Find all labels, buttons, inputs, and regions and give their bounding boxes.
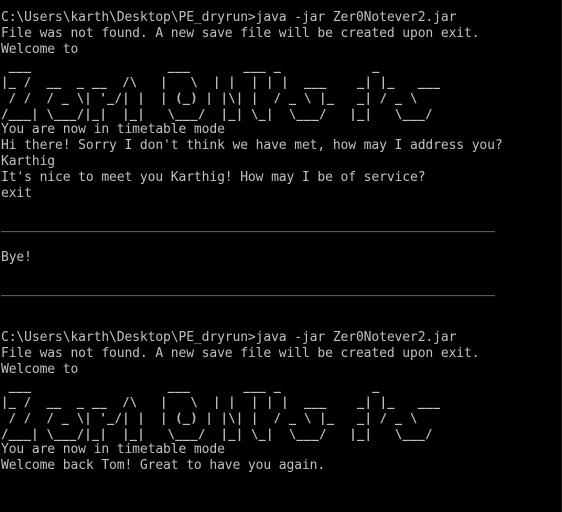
- command-line: C:\Users\karth\Desktop\PE_dryrun>java -j…: [1, 330, 457, 345]
- user-input-line: Karthig: [1, 154, 56, 169]
- ascii-logo-line: ___ ___ ___ _ _: [1, 59, 380, 73]
- ascii-logo-line: /___| \___/|_| |_| \___/ |_| \_| \___/ |…: [1, 107, 433, 121]
- user-input-line: exit: [1, 186, 32, 201]
- ascii-logo-line: ___ ___ ___ _ _: [1, 379, 380, 393]
- output-line: You are now in timetable mode: [1, 442, 225, 457]
- output-line: Hi there! Sorry I don't think we have me…: [1, 138, 503, 153]
- ascii-logo-line: /___| \___/|_| |_| \___/ |_| \_| \___/ |…: [1, 427, 433, 441]
- divider-line: ________________________________________…: [1, 218, 495, 233]
- output-line: File was not found. A new save file will…: [1, 346, 480, 361]
- ascii-logo-line: / / / _ \| '_/| | | (_) | |\| | / _ \ |_…: [1, 411, 418, 425]
- console-output: C:\Users\karth\Desktop\PE_dryrun>java -j…: [1, 10, 503, 474]
- ascii-logo-line: |_ / __ _ __ /\ | \ | | | | | ___ _| |_ …: [1, 75, 441, 89]
- ascii-logo-line: / / / _ \| '_/| | | (_) | |\| | / _ \ |_…: [1, 91, 418, 105]
- divider-line: ________________________________________…: [1, 282, 495, 297]
- ascii-logo-line: |_ / __ _ __ /\ | \ | | | | | ___ _| |_ …: [1, 395, 441, 409]
- output-line: Welcome to: [1, 42, 79, 57]
- output-line: Welcome back Tom! Great to have you agai…: [1, 458, 326, 473]
- output-line: You are now in timetable mode: [1, 122, 225, 137]
- output-line: File was not found. A new save file will…: [1, 26, 480, 41]
- command-line: C:\Users\karth\Desktop\PE_dryrun>java -j…: [1, 10, 457, 25]
- output-line: Welcome to: [1, 362, 79, 377]
- output-line: Bye!: [1, 250, 32, 265]
- console-window[interactable]: C:\Users\karth\Desktop\PE_dryrun>java -j…: [0, 0, 562, 512]
- output-line: It's nice to meet you Karthig! How may I…: [1, 170, 426, 185]
